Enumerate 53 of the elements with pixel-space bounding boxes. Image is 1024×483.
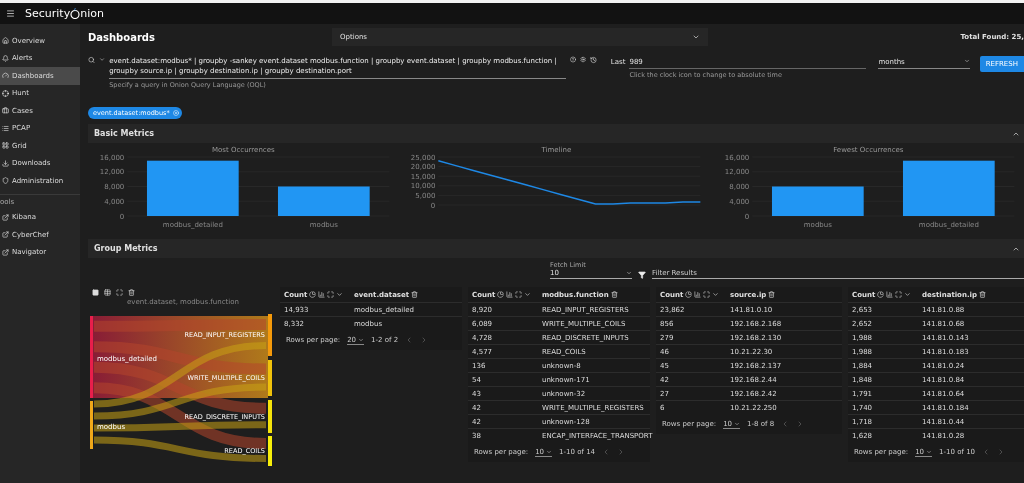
table-icon[interactable]: [104, 289, 111, 296]
trash-icon[interactable]: [979, 291, 986, 298]
caret-icon: [626, 270, 632, 276]
list-icon: [2, 124, 9, 132]
home-icon: [2, 37, 9, 45]
expand-icon[interactable]: [703, 291, 711, 298]
caret-icon: [692, 33, 700, 41]
caret-icon[interactable]: [336, 291, 344, 298]
trash-icon[interactable]: [768, 291, 776, 298]
expand-icon[interactable]: [116, 289, 123, 296]
gauge-icon: [2, 72, 9, 80]
section-header[interactable]: Group Metrics: [88, 239, 1024, 258]
grid-icon: [2, 142, 9, 150]
external-link-icon: [2, 213, 9, 221]
expand-icon[interactable]: [327, 291, 335, 298]
section-header[interactable]: Basic Metrics: [88, 124, 1024, 143]
caret-icon: [926, 448, 933, 455]
caret-icon[interactable]: [524, 291, 532, 298]
shield-icon: [2, 177, 9, 185]
caret-icon[interactable]: [712, 291, 720, 298]
pie-chart-icon[interactable]: [309, 291, 317, 298]
caret-icon: [963, 58, 970, 64]
trash-icon[interactable]: [128, 289, 135, 296]
bar-chart-icon[interactable]: [886, 291, 894, 298]
download-icon: [2, 159, 9, 167]
bell-icon: [2, 54, 9, 62]
help-icon[interactable]: [569, 56, 576, 63]
crosshair-icon: [2, 89, 9, 97]
filter-icon: [638, 271, 646, 279]
page-title: Dashboards: [88, 31, 156, 43]
caret-icon: [546, 448, 553, 455]
caret-icon[interactable]: [99, 56, 106, 63]
caret-icon: [358, 336, 365, 343]
briefcase-icon: [2, 107, 9, 115]
pie-chart-icon[interactable]: [877, 291, 885, 298]
pie-chart-icon[interactable]: [685, 291, 693, 298]
expand-icon[interactable]: [515, 291, 523, 298]
caret-icon[interactable]: [904, 291, 912, 298]
bar-chart-icon[interactable]: [318, 291, 326, 298]
pie-chart-icon[interactable]: [497, 291, 505, 298]
bar-chart-icon[interactable]: [506, 291, 514, 298]
menu-icon[interactable]: [6, 9, 15, 18]
external-link-icon: [2, 248, 9, 256]
external-link-icon: [2, 231, 9, 239]
bar-chart-icon[interactable]: [694, 291, 702, 298]
trash-icon[interactable]: [411, 291, 419, 298]
logo: Security nion: [25, 7, 104, 20]
settings-icon[interactable]: [579, 56, 586, 63]
expand-icon[interactable]: [895, 291, 903, 298]
caret-icon: [734, 420, 741, 427]
clock-icon[interactable]: [589, 56, 597, 64]
trash-icon[interactable]: [610, 291, 618, 298]
search-icon: [88, 56, 95, 64]
